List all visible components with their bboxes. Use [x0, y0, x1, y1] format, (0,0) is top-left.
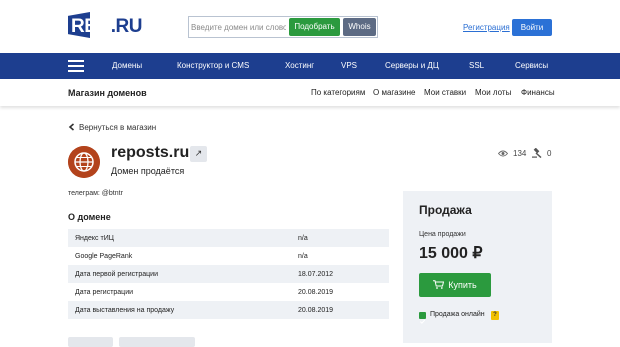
back-to-shop-link[interactable]: Вернуться в магазин	[79, 123, 156, 132]
subbar-link-my-bids[interactable]: Мои ставки	[424, 88, 466, 97]
seller-contact: телеграм: @btntr	[68, 190, 123, 197]
nav-item-servers[interactable]: Серверы и ДЦ	[385, 61, 439, 70]
help-icon[interactable]: ?	[491, 311, 499, 320]
arrow-left-icon[interactable]	[68, 123, 76, 131]
pick-domain-button[interactable]: Подобрать	[289, 18, 340, 36]
row-value: 18.07.2012	[298, 271, 334, 278]
table-row: Google PageRank n/a	[68, 247, 389, 265]
sale-panel: Продажа Цена продажи 15 000 ₽ Купить Про…	[403, 191, 552, 343]
subbar-link-categories[interactable]: По категориям	[311, 88, 365, 97]
eye-icon	[498, 150, 508, 157]
row-key: Яндекс тИЦ	[75, 235, 114, 242]
row-key: Дата первой регистрации	[75, 271, 158, 278]
row-key: Дата регистрации	[75, 289, 134, 296]
check-icon	[419, 319, 426, 324]
logo-text: REG.RU	[71, 16, 142, 37]
action-button[interactable]	[119, 337, 195, 347]
shop-title[interactable]: Магазин доменов	[68, 88, 147, 98]
online-sale-label: Продажа онлайн	[430, 311, 485, 318]
row-key: Google PageRank	[75, 253, 133, 260]
nav-item-ssl[interactable]: SSL	[469, 61, 484, 70]
table-row: Дата регистрации 20.08.2019	[68, 283, 389, 301]
cart-icon	[433, 280, 445, 289]
buy-button-label: Купить	[448, 280, 477, 290]
register-link[interactable]: Регистрация	[463, 23, 510, 32]
sale-title: Продажа	[419, 203, 472, 217]
subbar-link-my-lots[interactable]: Мои лоты	[475, 88, 511, 97]
subbar-link-about[interactable]: О магазине	[373, 88, 416, 97]
table-row: Яндекс тИЦ n/a	[68, 229, 389, 247]
row-value: 20.08.2019	[298, 289, 334, 296]
price-label: Цена продажи	[419, 231, 466, 238]
domain-info-table: Яндекс тИЦ n/a Google PageRank n/a Дата …	[68, 229, 389, 319]
row-key: Дата выставления на продажу	[75, 307, 175, 314]
online-sale-checkbox[interactable]	[419, 312, 426, 324]
domain-search-input[interactable]	[191, 18, 286, 36]
sale-price: 15 000 ₽	[419, 245, 483, 262]
table-row: Дата выставления на продажу 20.08.2019	[68, 301, 389, 319]
menu-icon[interactable]	[68, 60, 84, 72]
reg-ru-logo[interactable]: REG.RU	[68, 10, 142, 40]
row-value: 20.08.2019	[298, 307, 334, 314]
table-row: Дата первой регистрации 18.07.2012	[68, 265, 389, 283]
row-value: n/a	[298, 235, 308, 242]
domain-status: Домен продаётся	[111, 166, 185, 176]
gavel-icon	[532, 148, 542, 158]
globe-icon	[68, 146, 100, 178]
buy-button[interactable]: Купить	[419, 273, 491, 297]
action-button[interactable]	[68, 337, 113, 347]
nav-item-hosting[interactable]: Хостинг	[285, 61, 314, 70]
nav-item-constructor[interactable]: Конструктор и CMS	[177, 61, 249, 70]
whois-button[interactable]: Whois	[343, 18, 376, 36]
nav-item-domains[interactable]: Домены	[112, 61, 142, 70]
nav-item-vps[interactable]: VPS	[341, 61, 357, 70]
top-header: REG.RU Подобрать Whois Регистрация Войти	[0, 0, 620, 53]
subbar-link-finance[interactable]: Финансы	[521, 88, 555, 97]
domain-name: reposts.ru	[111, 144, 190, 161]
shop-subbar: Магазин доменов По категориям О магазине…	[0, 79, 620, 106]
row-value: n/a	[298, 253, 308, 260]
views-count: 134	[513, 149, 527, 158]
about-domain-title: О домене	[68, 212, 111, 222]
external-link-icon[interactable]: ↗	[190, 146, 207, 162]
main-nav: Домены Конструктор и CMS Хостинг VPS Сер…	[0, 53, 620, 79]
login-button[interactable]: Войти	[512, 19, 552, 36]
bids-count: 0	[547, 149, 552, 158]
nav-item-services[interactable]: Сервисы	[515, 61, 548, 70]
